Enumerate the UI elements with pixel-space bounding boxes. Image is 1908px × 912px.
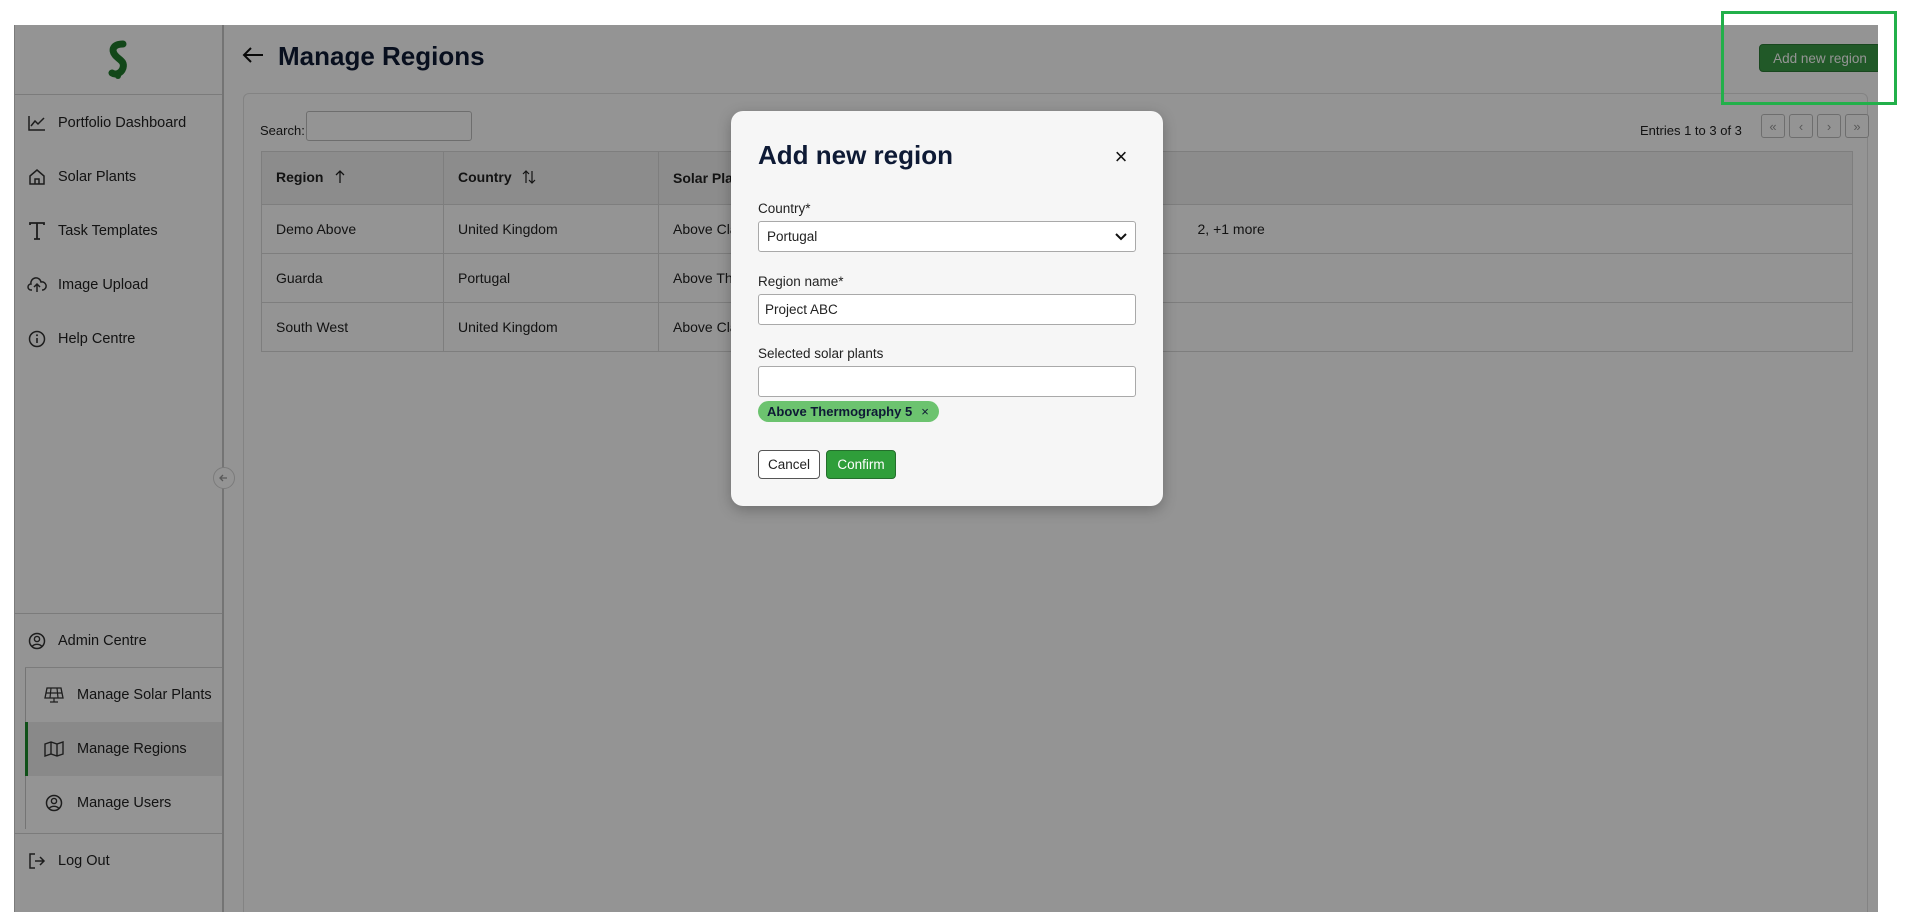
close-icon[interactable]: × [1109,144,1133,169]
chip-remove-icon[interactable]: × [921,404,929,419]
modal-title: Add new region [758,140,953,170]
chevron-down-icon [1115,232,1127,240]
chip-label: Above Thermography 5 [767,404,913,419]
confirm-button[interactable]: Confirm [826,450,896,479]
selected-plant-chip: Above Thermography 5 × [758,401,939,422]
country-label: Country* [758,201,811,216]
cancel-button[interactable]: Cancel [758,450,820,479]
region-name-label: Region name* [758,274,844,289]
region-name-input[interactable]: Project ABC [758,294,1136,325]
country-select[interactable]: Portugal [758,221,1136,252]
selected-plants-label: Selected solar plants [758,346,884,361]
country-selected-value: Portugal [767,229,818,244]
solar-plants-input[interactable] [758,366,1136,397]
add-region-modal: Add new region × Country* Portugal Regio… [731,111,1163,506]
